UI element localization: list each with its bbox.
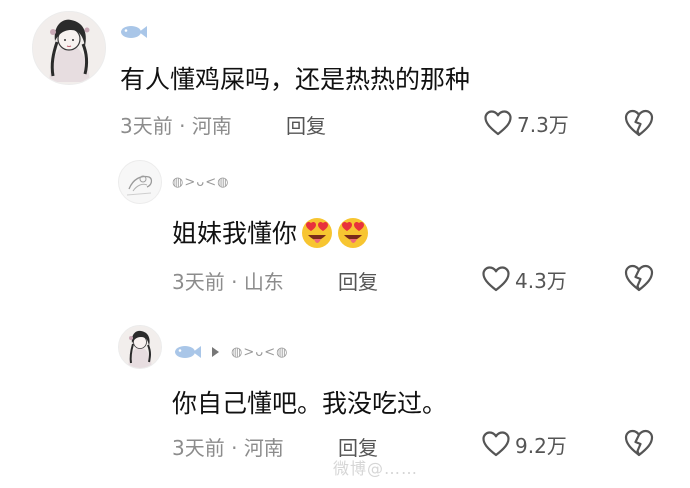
comment-1-user-row <box>118 20 148 44</box>
comment-1-dislike-button[interactable] <box>623 108 655 142</box>
ink-portrait-avatar-icon <box>119 326 161 368</box>
comment-1-time: 3天前 <box>120 114 173 138</box>
comment-2-reply-button[interactable]: 回复 <box>338 266 378 295</box>
meta-separator: · <box>231 436 238 460</box>
comment-1-text: 有人懂鸡屎吗，还是热热的那种 <box>120 58 470 98</box>
comment-3-meta: 3天前 · 河南 <box>172 432 284 461</box>
comment-2-like-count: 4.3万 <box>515 268 567 293</box>
comment-2-avatar[interactable] <box>118 160 162 204</box>
fish-icon <box>172 344 202 360</box>
comment-2-username[interactable]: ◍>ᴗ<◍ <box>172 175 229 190</box>
heart-icon <box>482 431 510 457</box>
comment-3-location: 河南 <box>243 436 284 460</box>
sketch-avatar-icon <box>119 161 161 203</box>
comment-3-avatar[interactable] <box>118 325 162 369</box>
comment-1-location: 河南 <box>191 114 232 138</box>
comment-2-like-button[interactable]: 4.3万 <box>481 264 567 294</box>
comment-2-meta: 3天前 · 山东 <box>172 266 284 295</box>
comment-1-text-content: 有人懂鸡屎吗，还是热热的那种 <box>120 65 471 94</box>
watermark: 微博@…… <box>333 459 419 478</box>
reply-arrow-icon <box>212 347 219 357</box>
heart-icon <box>484 110 512 136</box>
comment-2-text-content: 姐妹我懂你 <box>172 219 298 248</box>
comment-1-meta: 3天前 · 河南 <box>120 110 232 139</box>
comment-3-text-content: 你自己懂吧。我没吃过。 <box>172 389 448 418</box>
comment-2-location: 山东 <box>243 270 284 294</box>
broken-heart-icon <box>624 264 654 292</box>
comment-3-time: 3天前 <box>172 436 225 460</box>
comment-1-like-button[interactable]: 7.3万 <box>483 108 569 138</box>
comment-3-like-button[interactable]: 9.2万 <box>481 429 567 459</box>
comment-3-username[interactable]: ◍>ᴗ<◍ <box>231 345 288 360</box>
fish-icon <box>118 24 148 40</box>
comment-2-text: 姐妹我懂你 <box>172 210 371 254</box>
meta-separator: · <box>179 114 186 138</box>
heart-icon <box>482 266 510 292</box>
heart-eyes-tongue-emoji <box>335 214 371 250</box>
comment-2-user-row: ◍>ᴗ<◍ <box>172 170 229 194</box>
comment-3-text: 你自己懂吧。我没吃过。 <box>172 382 447 422</box>
comment-3-like-count: 9.2万 <box>515 433 567 458</box>
comment-3-user-row: ◍>ᴗ<◍ <box>172 340 288 364</box>
comment-2-time: 3天前 <box>172 270 225 294</box>
meta-separator: · <box>231 270 238 294</box>
comment-1-like-count: 7.3万 <box>517 112 569 137</box>
comment-1-reply-button[interactable]: 回复 <box>286 110 326 139</box>
heart-eyes-tongue-emoji <box>299 214 335 250</box>
comment-3-dislike-button[interactable] <box>623 428 655 462</box>
broken-heart-icon <box>624 109 654 137</box>
broken-heart-icon <box>624 429 654 457</box>
ink-portrait-avatar-icon <box>33 12 105 84</box>
comment-2-dislike-button[interactable] <box>623 263 655 297</box>
comment-1-avatar[interactable] <box>32 11 106 85</box>
